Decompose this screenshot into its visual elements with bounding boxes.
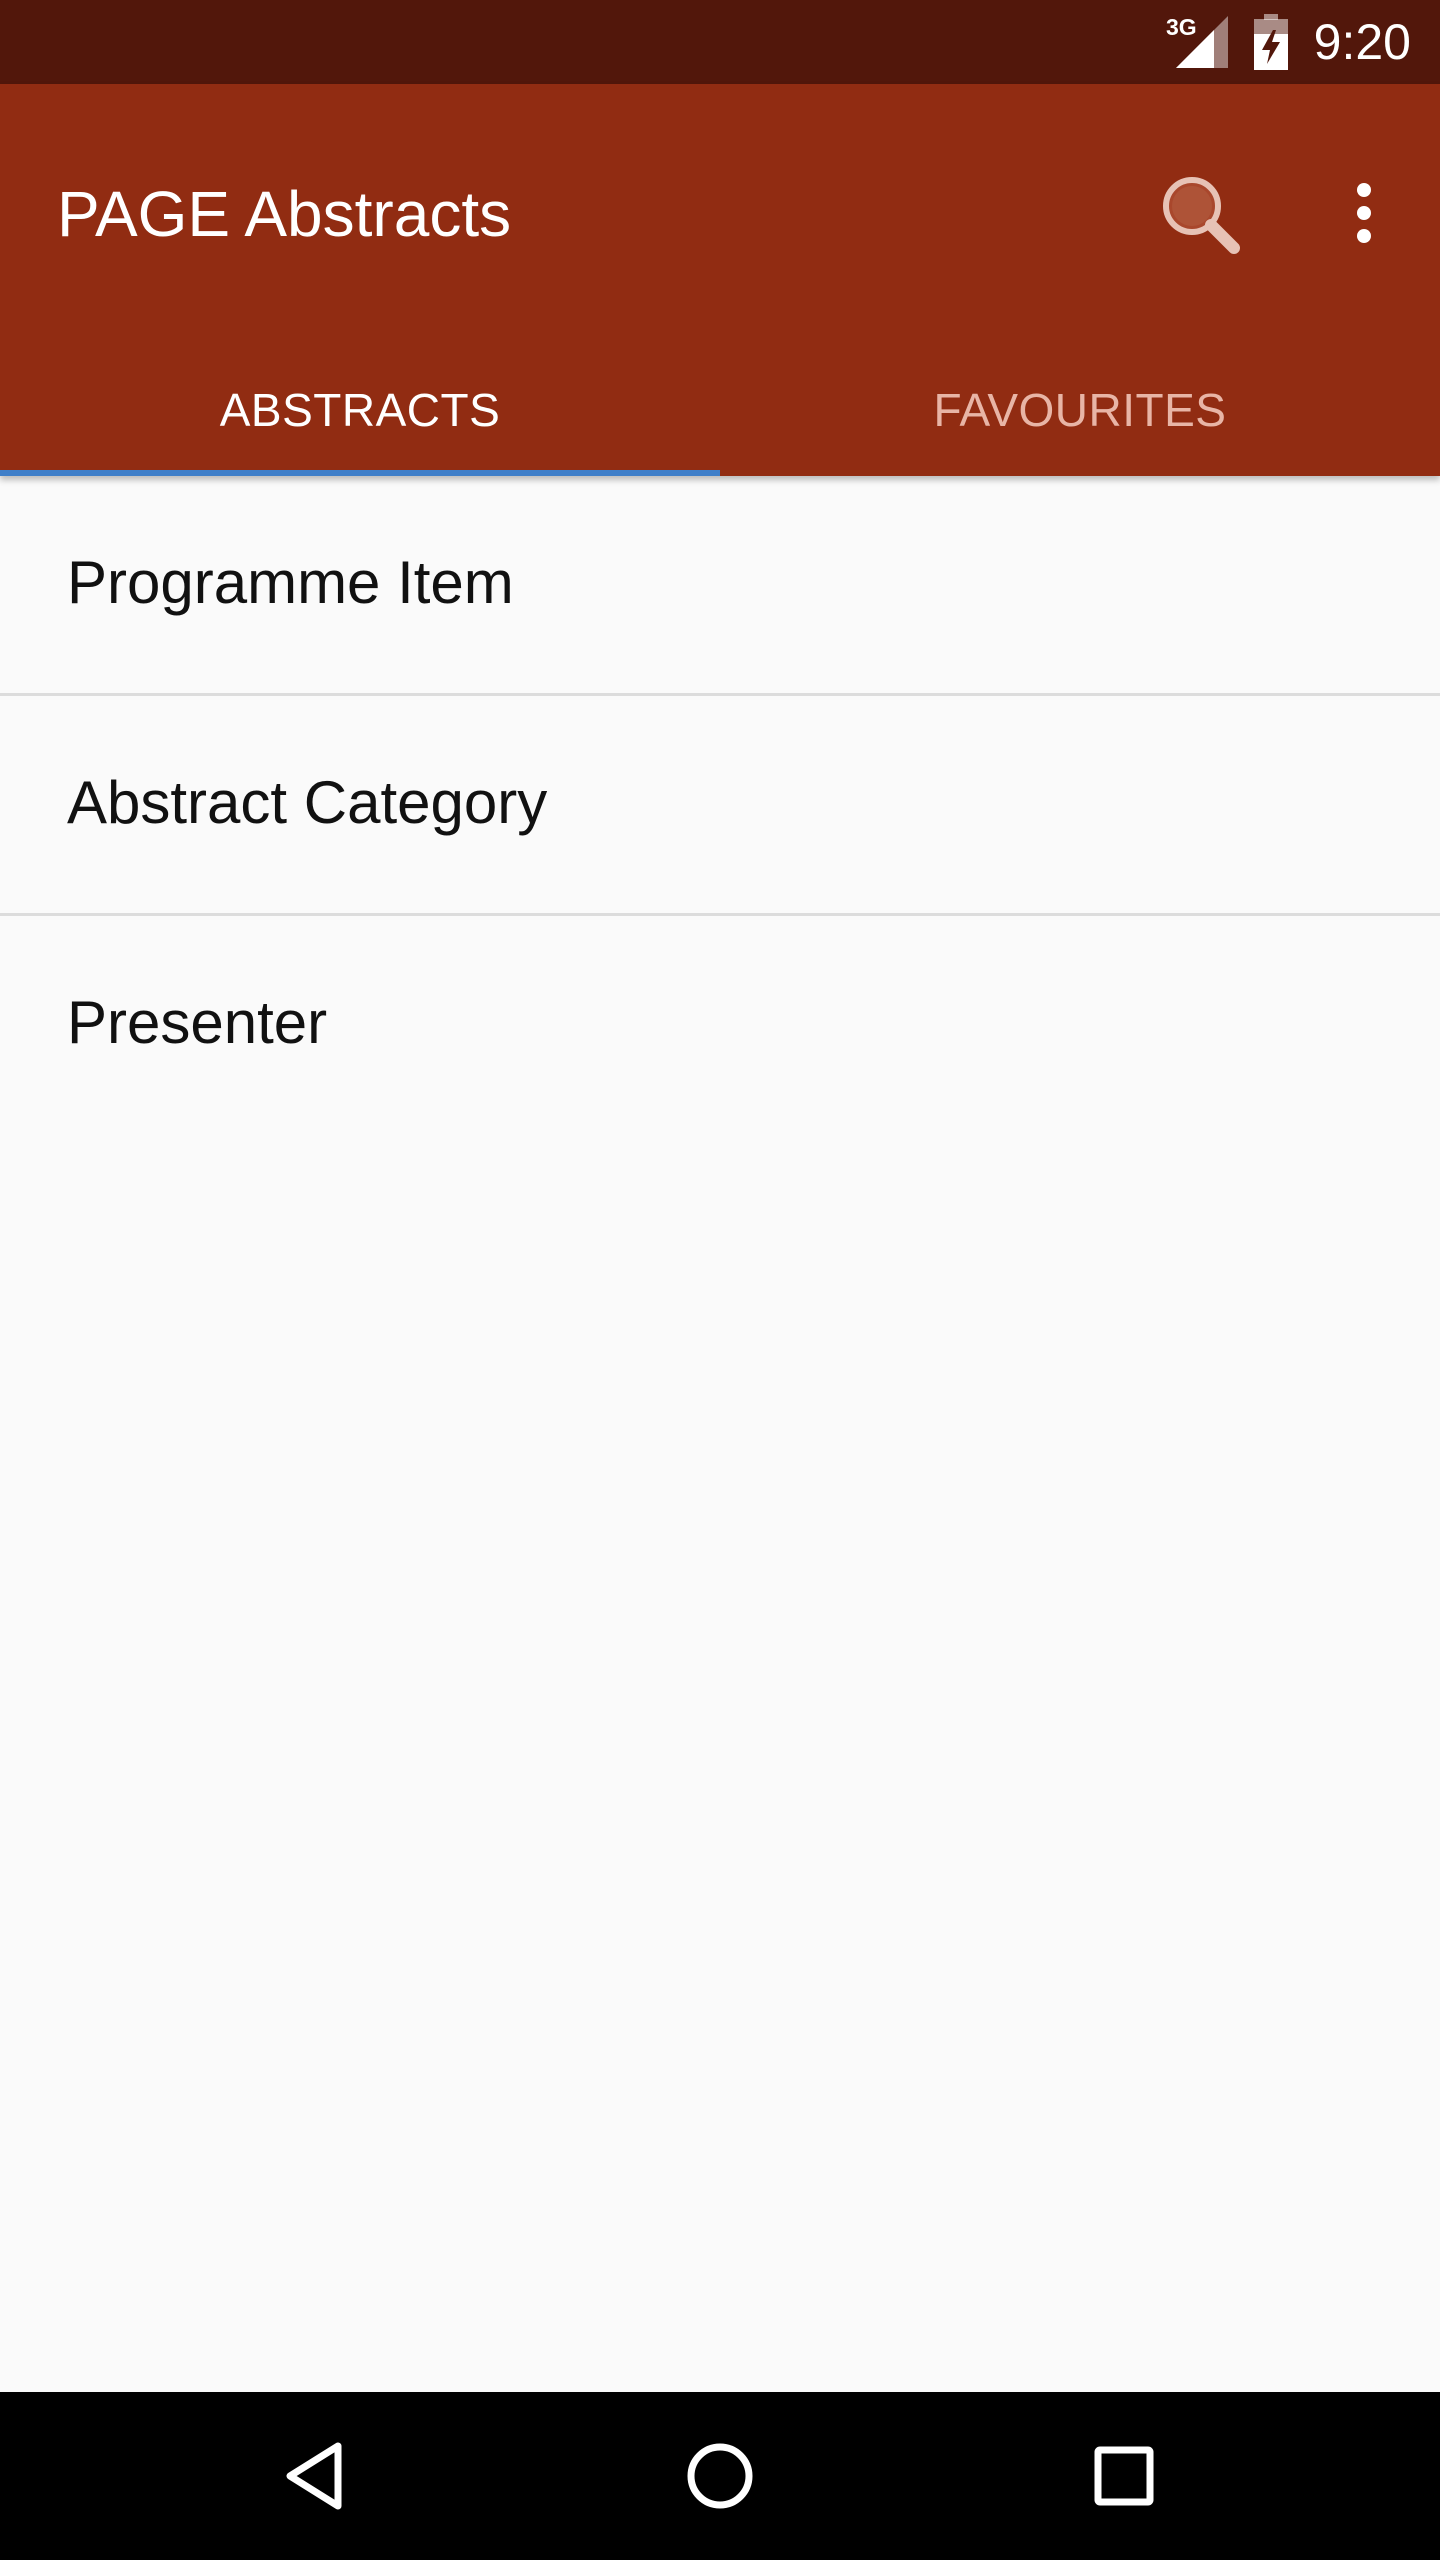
back-button[interactable]	[266, 2426, 366, 2526]
screen: 3G 9:20 PAGE Abstracts ABSTRACTS FAVOURI…	[0, 0, 1440, 2560]
recents-button[interactable]	[1074, 2426, 1174, 2526]
list-item-label: Programme Item	[67, 549, 514, 616]
recents-icon	[1094, 2446, 1154, 2506]
back-icon	[286, 2442, 342, 2510]
list-item-programme-item[interactable]: Programme Item	[0, 476, 1440, 696]
list-item-presenter[interactable]: Presenter	[0, 916, 1440, 1136]
home-button[interactable]	[670, 2426, 770, 2526]
home-icon	[687, 2443, 753, 2509]
search-button[interactable]	[1150, 164, 1250, 264]
status-time: 9:20	[1313, 14, 1411, 70]
tab-bar: ABSTRACTS FAVOURITES	[0, 348, 1440, 476]
battery-charging-icon	[1254, 14, 1288, 70]
list-item-label: Abstract Category	[67, 769, 548, 836]
search-icon	[1163, 177, 1240, 254]
app-bar: PAGE Abstracts ABSTRACTS FAVOURITES	[0, 84, 1440, 476]
overflow-menu-icon	[1357, 183, 1371, 243]
signal-icon	[1176, 16, 1228, 68]
navigation-bar	[0, 2392, 1440, 2560]
overflow-menu-button[interactable]	[1320, 164, 1408, 264]
list-item-abstract-category[interactable]: Abstract Category	[0, 696, 1440, 916]
app-title: PAGE Abstracts	[57, 178, 512, 250]
tab-abstracts[interactable]: ABSTRACTS	[0, 348, 720, 476]
tab-favourites[interactable]: FAVOURITES	[720, 348, 1440, 476]
list-item-label: Presenter	[67, 989, 328, 1056]
abstracts-list: Programme Item Abstract Category Present…	[0, 476, 1440, 1136]
status-bar: 3G 9:20	[0, 0, 1440, 84]
